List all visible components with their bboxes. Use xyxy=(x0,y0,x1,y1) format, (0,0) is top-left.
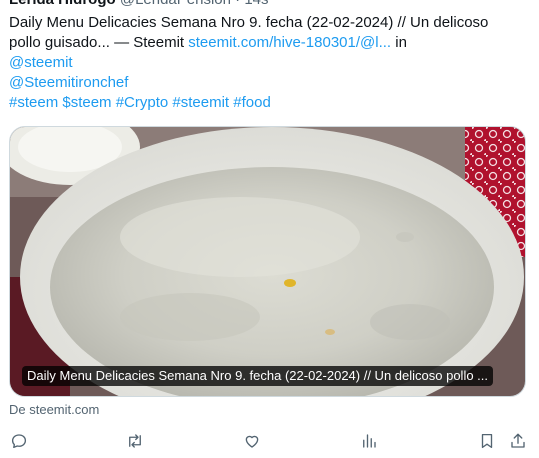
share-button[interactable] xyxy=(507,430,529,452)
hashtags[interactable]: #steem $steem #Crypto #steemit #food xyxy=(9,93,529,113)
retweet-button[interactable] xyxy=(124,430,146,452)
header-separator: · xyxy=(235,0,240,8)
card-caption: Daily Menu Delicacies Semana Nro 9. fech… xyxy=(22,366,494,386)
soup-bowl-image xyxy=(10,127,525,396)
share-icon xyxy=(511,433,525,448)
reply-icon xyxy=(11,434,27,449)
reply-button[interactable] xyxy=(8,430,30,452)
retweet-icon xyxy=(129,434,141,448)
tweet-text-line-1: Daily Menu Delicacies Semana Nro 9. fech… xyxy=(9,14,489,31)
like-icon xyxy=(245,435,259,448)
tweet-timestamp[interactable]: 14s xyxy=(244,0,268,8)
mention-steemit[interactable]: @steemit xyxy=(9,53,529,73)
tweet-text: Daily Menu Delicacies Semana Nro 9. fech… xyxy=(9,13,529,113)
link-card[interactable]: Daily Menu Delicacies Semana Nro 9. fech… xyxy=(9,126,526,397)
author-name[interactable]: Lerida Hidrogo xyxy=(9,0,116,8)
tweet-text-line-2-suffix: in xyxy=(391,34,407,51)
like-button[interactable] xyxy=(241,430,263,452)
bookmark-button[interactable] xyxy=(476,430,498,452)
tweet-text-line-2: pollo guisado... — Steemit steemit.com/h… xyxy=(9,33,529,53)
tweet-text-line-2-prefix: pollo guisado... — Steemit xyxy=(9,34,189,51)
bookmark-icon xyxy=(481,433,493,449)
steemit-link[interactable]: steemit.com/hive-180301/@l... xyxy=(188,34,391,51)
author-handle[interactable]: @LeridaPension xyxy=(120,0,231,8)
views-button[interactable] xyxy=(358,430,380,452)
mention-steemitironchef[interactable]: @Steemitironchef xyxy=(9,73,529,93)
card-source[interactable]: De steemit.com xyxy=(9,402,99,418)
tweet-actions xyxy=(0,430,539,452)
views-icon xyxy=(363,434,376,448)
tweet-header: Lerida Hidrogo @LeridaPension · 14s xyxy=(9,0,269,8)
